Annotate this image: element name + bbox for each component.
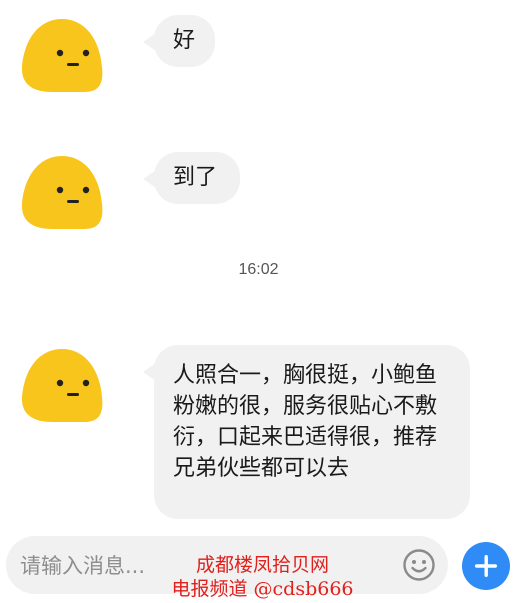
emoji-button[interactable] (402, 548, 436, 582)
plus-icon (475, 555, 497, 577)
message-input[interactable] (18, 536, 382, 596)
yellow-blob-avatar-icon (21, 19, 103, 92)
smiley-face-icon (403, 549, 435, 581)
message-composer (6, 536, 448, 596)
message-bubble[interactable]: 到了 (143, 152, 240, 204)
add-attachment-button[interactable] (462, 542, 510, 590)
message-bubble[interactable]: 人照合一，胸很挺，小鲍鱼粉嫩的很，服务很贴心不敷衍，口起来巴适得很，推荐兄弟伙些… (143, 345, 470, 519)
contact-avatar[interactable] (20, 15, 104, 95)
message-bubble[interactable]: 好 (143, 15, 215, 67)
message-text: 好 (173, 28, 196, 53)
yellow-blob-avatar-icon (21, 156, 103, 229)
yellow-blob-avatar-icon (21, 349, 103, 422)
contact-avatar[interactable] (20, 152, 104, 232)
message-timestamp: 16:02 (238, 261, 279, 278)
message-text: 人照合一，胸很挺，小鲍鱼粉嫩的很，服务很贴心不敷衍，口起来巴适得很，推荐兄弟伙些… (173, 363, 438, 481)
message-text: 到了 (173, 165, 218, 190)
contact-avatar[interactable] (20, 345, 104, 425)
